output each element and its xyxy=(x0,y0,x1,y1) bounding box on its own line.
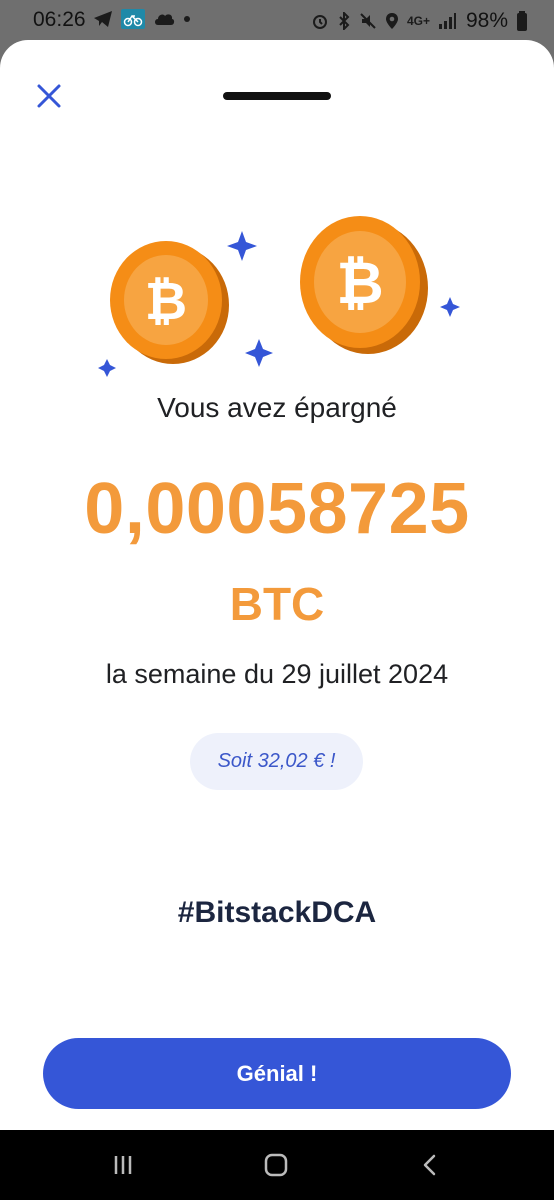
svg-text:₿: ₿ xyxy=(145,273,187,331)
sparkle-icon xyxy=(98,359,116,377)
close-button[interactable] xyxy=(33,80,65,112)
sparkle-icon xyxy=(440,297,460,317)
savings-headline: Vous avez épargné xyxy=(157,392,397,423)
campaign-hashtag: #BitstackDCA xyxy=(177,896,377,929)
system-navigation-bar xyxy=(0,1130,554,1200)
sparkle-icon xyxy=(245,339,273,367)
sparkle-icon xyxy=(227,231,257,261)
bitcoin-coin-left-icon: ₿ xyxy=(110,241,229,364)
mute-icon xyxy=(359,12,377,30)
bitcoin-coin-right-icon: ₿ xyxy=(300,216,428,354)
back-icon xyxy=(423,1154,436,1176)
status-left-icons xyxy=(93,9,191,29)
bitcoin-illustration: ₿ ₿ xyxy=(90,180,470,380)
fiat-equivalent-pill: Soit 32,02 € ! xyxy=(190,733,363,790)
battery-icon xyxy=(516,11,528,31)
savings-sheet: ₿ ₿ Vous avez épargné 0,00058725 BTC la … xyxy=(0,40,554,1130)
bluetooth-icon xyxy=(337,12,351,30)
currency-unit: BTC xyxy=(229,578,325,630)
btc-amount: 0,00058725 xyxy=(84,469,470,549)
signal-icon xyxy=(438,12,456,30)
cloud-icon xyxy=(153,11,175,27)
home-button[interactable] xyxy=(259,1148,293,1182)
location-icon xyxy=(385,12,399,30)
status-bar: 06:26 4G+ 98% xyxy=(0,0,554,40)
battery-percentage: 98% xyxy=(465,9,508,32)
savings-period: la semaine du 29 juillet 2024 xyxy=(105,659,449,689)
status-right-icons: 4G+ 98% xyxy=(311,9,528,33)
svg-text:₿: ₿ xyxy=(336,251,383,316)
fiat-equivalent-text: Soit 32,02 € ! xyxy=(217,750,336,772)
dot-icon xyxy=(183,15,191,23)
telegram-icon xyxy=(93,10,113,28)
recents-button[interactable] xyxy=(106,1148,140,1182)
home-icon xyxy=(264,1153,288,1177)
status-time: 06:26 xyxy=(33,8,86,31)
alarm-icon xyxy=(311,12,329,30)
close-icon xyxy=(37,84,61,108)
network-type: 4G+ xyxy=(406,14,430,28)
bike-icon xyxy=(121,9,145,29)
genial-button-label: Génial ! xyxy=(236,1060,318,1086)
recents-icon xyxy=(114,1156,132,1174)
back-button[interactable] xyxy=(413,1148,447,1182)
genial-button[interactable]: Génial ! xyxy=(43,1038,511,1109)
sheet-grabber[interactable] xyxy=(223,92,331,100)
